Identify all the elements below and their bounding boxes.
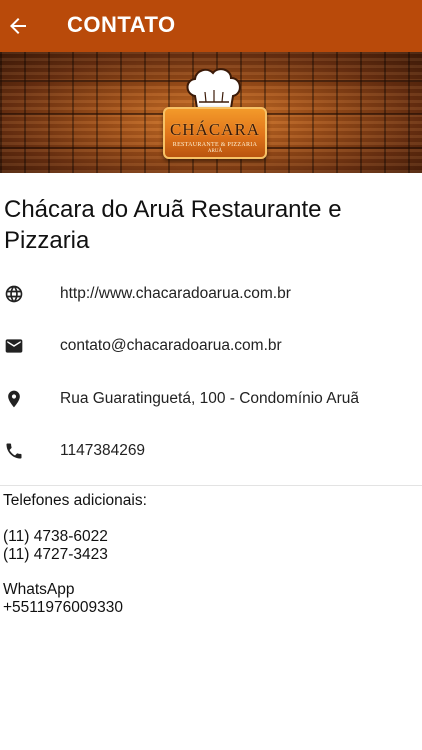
phone-row[interactable]: 1147384269 (0, 429, 422, 473)
additional-phones-heading: Telefones adicionais: (3, 492, 147, 509)
website-link[interactable]: http://www.chacaradoarua.com.br (60, 285, 291, 303)
phone-number[interactable]: 1147384269 (60, 442, 145, 460)
logo-subtitle: RESTAURANTE & PIZZARIA (172, 142, 258, 148)
globe-icon (4, 284, 24, 304)
website-row[interactable]: http://www.chacaradoarua.com.br (0, 272, 422, 316)
whatsapp-label: WhatsApp (3, 581, 75, 598)
back-button[interactable] (2, 10, 34, 42)
restaurant-logo: CHÁCARA RESTAURANTE & PIZZARIA ARUÃ (163, 107, 267, 159)
email-row[interactable]: contato@chacaradoarua.com.br (0, 324, 422, 368)
logo-name: CHÁCARA (169, 120, 261, 139)
phone-icon (4, 441, 24, 461)
app-bar: CONTATO (0, 0, 422, 52)
additional-phone-2[interactable]: (11) 4727-3423 (3, 546, 108, 564)
address-row[interactable]: Rua Guaratinguetá, 100 - Condomínio Aruã (0, 377, 422, 421)
chef-hat-icon (186, 68, 241, 109)
logo-tagline: ARUÃ (207, 149, 223, 154)
whatsapp-number[interactable]: +5511976009330 (3, 599, 123, 617)
envelope-icon (4, 336, 24, 356)
email-link[interactable]: contato@chacaradoarua.com.br (60, 337, 282, 355)
arrow-back-icon (10, 18, 26, 34)
address-text[interactable]: Rua Guaratinguetá, 100 - Condomínio Aruã (60, 390, 359, 408)
map-pin-icon (4, 389, 24, 409)
page-title: CONTATO (67, 12, 176, 37)
divider (0, 485, 422, 486)
business-name: Chácara do Aruã Restaurante e Pizzaria (4, 196, 342, 254)
additional-phone-1[interactable]: (11) 4738-6022 (3, 528, 108, 546)
